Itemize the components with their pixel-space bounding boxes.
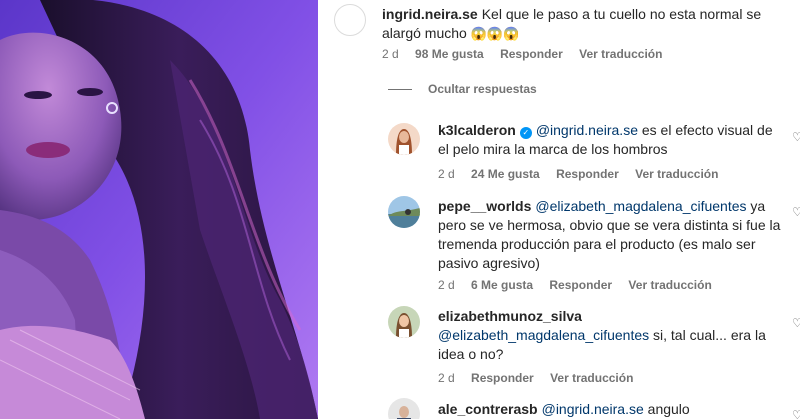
- reply-mention[interactable]: @elizabeth_magdalena_cifuentes: [535, 198, 746, 214]
- verified-icon: ✓: [519, 127, 532, 139]
- translate-button[interactable]: Ver traducción: [628, 278, 711, 292]
- avatar[interactable]: [388, 398, 420, 419]
- like-heart-icon[interactable]: ♡: [792, 408, 800, 419]
- reply-mention[interactable]: @ingrid.neira.se: [536, 122, 638, 138]
- comment-emojis: 😱😱😱: [470, 26, 520, 41]
- reply-button[interactable]: Responder: [471, 371, 534, 385]
- like-heart-icon[interactable]: ♡: [792, 316, 800, 330]
- reply-username[interactable]: ale_contrerasb: [438, 401, 538, 417]
- translate-button[interactable]: Ver traducción: [579, 47, 662, 61]
- avatar[interactable]: [388, 123, 420, 155]
- reply-time[interactable]: 2 d: [438, 167, 455, 181]
- divider: [388, 88, 412, 90]
- hide-replies-label: Ocultar respuestas: [428, 82, 537, 96]
- reply-likes[interactable]: 24 Me gusta: [471, 167, 540, 181]
- avatar[interactable]: [334, 4, 366, 36]
- reply-mention[interactable]: @ingrid.neira.se: [542, 401, 644, 417]
- reply-text: ale_contrerasb @ingrid.neira.se angulo: [438, 400, 778, 419]
- reply-button[interactable]: Responder: [549, 278, 612, 292]
- translate-button[interactable]: Ver traducción: [635, 167, 718, 181]
- reply-meta: 2 d 6 Me gusta Responder Ver traducción: [438, 278, 725, 292]
- reply-username[interactable]: pepe__worlds: [438, 198, 531, 214]
- like-heart-icon[interactable]: ♡: [792, 205, 800, 219]
- reply-body: angulo: [643, 401, 690, 417]
- post-image: [0, 0, 318, 419]
- reply-text: pepe__worlds @elizabeth_magdalena_cifuent…: [438, 197, 783, 273]
- translate-button[interactable]: Ver traducción: [550, 371, 633, 385]
- reply-meta: 2 d Responder Ver traducción: [438, 371, 646, 385]
- comment-username[interactable]: ingrid.neira.se: [382, 6, 478, 22]
- reply-text: elizabethmunoz_silva: [438, 307, 778, 326]
- reply-time[interactable]: 2 d: [438, 371, 455, 385]
- reply-likes[interactable]: 6 Me gusta: [471, 278, 533, 292]
- reply-meta: 2 d 24 Me gusta Responder Ver traducción: [438, 167, 731, 181]
- reply-text: k3lcalderon ✓ @ingrid.neira.se es el efect…: [438, 121, 778, 159]
- comment-meta: 2 d 98 Me gusta Responder Ver traducción: [382, 47, 675, 61]
- comment-likes[interactable]: 98 Me gusta: [415, 47, 484, 61]
- comment-time[interactable]: 2 d: [382, 47, 399, 61]
- comments-panel: ingrid.neira.se Kel que le paso a tu cuel…: [318, 0, 800, 419]
- reply-button[interactable]: Responder: [556, 167, 619, 181]
- reply-username[interactable]: elizabethmunoz_silva: [438, 308, 582, 324]
- avatar[interactable]: [388, 306, 420, 338]
- avatar[interactable]: [388, 196, 420, 228]
- like-heart-icon[interactable]: ♡: [792, 130, 800, 144]
- reply-button[interactable]: Responder: [500, 47, 563, 61]
- reply-mention[interactable]: @elizabeth_magdalena_cifuentes: [438, 327, 649, 343]
- reply-username[interactable]: k3lcalderon: [438, 122, 516, 138]
- hide-replies-button[interactable]: Ocultar respuestas: [388, 82, 537, 96]
- comment-text: ingrid.neira.se Kel que le paso a tu cuel…: [382, 5, 777, 43]
- reply-text-body: @elizabeth_magdalena_cifuentes si, tal c…: [438, 326, 778, 364]
- reply-time[interactable]: 2 d: [438, 278, 455, 292]
